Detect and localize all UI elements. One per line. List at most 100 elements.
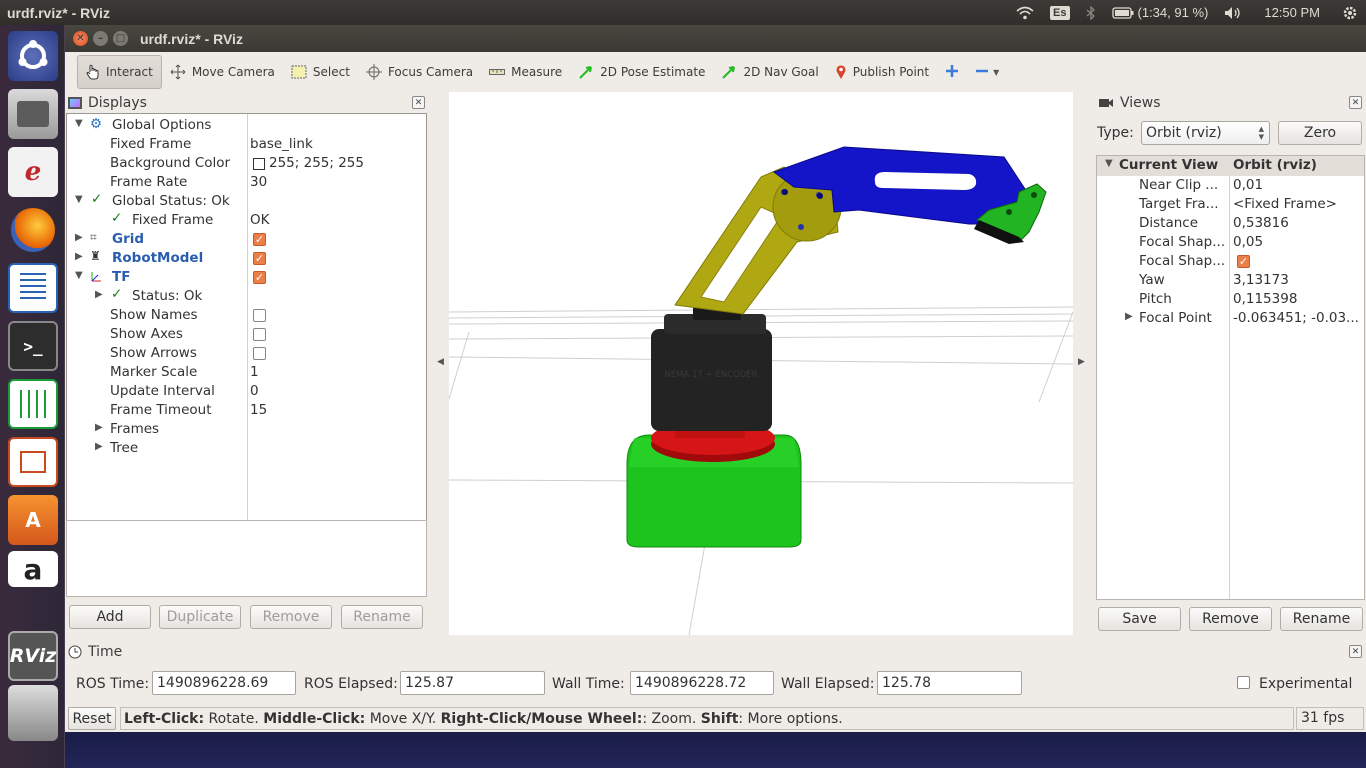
system-gear-icon[interactable] xyxy=(1334,0,1366,25)
expand-arrow-icon[interactable]: ▶ xyxy=(95,441,103,452)
views-row-focal-point[interactable]: ▶ Focal Point -0.063451; -0.03... xyxy=(1097,309,1364,328)
rename-display-button[interactable]: Rename xyxy=(341,605,423,629)
tree-row-show-names[interactable]: Show Names xyxy=(67,306,426,325)
battery-indicator[interactable]: (1:34, 91 %) xyxy=(1104,0,1217,25)
target-frame-value[interactable]: <Fixed Frame> xyxy=(1233,196,1337,212)
clock[interactable]: 12:50 PM xyxy=(1250,0,1334,25)
rviz-launcher-icon[interactable]: RViz xyxy=(8,631,58,681)
expand-arrow-icon[interactable]: ▼ xyxy=(75,194,83,205)
views-row-focal-shape-size[interactable]: Focal Shap... 0,05 xyxy=(1097,233,1364,252)
volume-icon[interactable] xyxy=(1216,0,1250,25)
distance-value[interactable]: 0,53816 xyxy=(1233,215,1289,231)
grid-enabled-checkbox[interactable]: ✓ xyxy=(253,233,266,246)
wifi-icon[interactable] xyxy=(1008,0,1042,25)
views-row-yaw[interactable]: Yaw 3,13173 xyxy=(1097,271,1364,290)
ros-elapsed-field[interactable]: 125.87 xyxy=(400,671,545,695)
marker-scale-value[interactable]: 1 xyxy=(250,364,259,380)
firefox-icon[interactable] xyxy=(8,205,58,255)
wall-elapsed-field[interactable]: 125.78 xyxy=(877,671,1022,695)
experimental-checkbox[interactable] xyxy=(1237,676,1250,689)
tree-row-update-interval[interactable]: Update Interval 0 xyxy=(67,382,426,401)
maximize-window-icon[interactable]: □ xyxy=(113,31,128,46)
amazon-icon[interactable]: a xyxy=(8,551,58,587)
tree-row-show-arrows[interactable]: Show Arrows xyxy=(67,344,426,363)
duplicate-display-button[interactable]: Duplicate xyxy=(159,605,241,629)
update-interval-value[interactable]: 0 xyxy=(250,383,259,399)
ubuntu-dash-icon[interactable] xyxy=(8,31,58,81)
tool-publish-point[interactable]: Publish Point xyxy=(827,55,937,89)
tree-row-robot-model[interactable]: ▶ ♜ RobotModel ✓ xyxy=(67,249,426,268)
tree-row-marker-scale[interactable]: Marker Scale 1 xyxy=(67,363,426,382)
reset-button[interactable]: Reset xyxy=(68,707,116,730)
views-row-target-frame[interactable]: Target Fra... <Fixed Frame> xyxy=(1097,195,1364,214)
pitch-value[interactable]: 0,115398 xyxy=(1233,291,1297,307)
ros-time-field[interactable]: 1490896228.69 xyxy=(152,671,296,695)
collapse-left-arrow-icon[interactable]: ◀ xyxy=(437,357,444,367)
wall-time-field[interactable]: 1490896228.72 xyxy=(630,671,774,695)
frame-rate-value[interactable]: 30 xyxy=(250,174,267,190)
expand-arrow-icon[interactable]: ▶ xyxy=(95,289,103,300)
tool-2d-pose-estimate[interactable]: 2D Pose Estimate xyxy=(570,55,713,89)
fixed-frame-value[interactable]: base_link xyxy=(250,136,313,152)
render-viewport[interactable]: NEMA 17 + ENCODER xyxy=(449,92,1073,635)
tool-interact[interactable]: Interact xyxy=(77,55,162,89)
tree-row-fixed-frame-status[interactable]: ✓ Fixed Frame OK xyxy=(67,210,426,230)
expand-arrow-icon[interactable]: ▶ xyxy=(75,251,83,262)
close-time-panel-icon[interactable]: ✕ xyxy=(1349,645,1362,658)
remove-display-button[interactable]: Remove xyxy=(250,605,332,629)
rename-view-button[interactable]: Rename xyxy=(1280,607,1363,631)
files-app-icon[interactable] xyxy=(8,89,58,139)
terminal-icon[interactable]: >_ xyxy=(8,321,58,371)
view-type-select[interactable]: Orbit (rviz) ▲ ▼ xyxy=(1141,121,1270,145)
workspaces-icon[interactable] xyxy=(8,685,58,741)
frame-timeout-value[interactable]: 15 xyxy=(250,402,267,418)
tree-row-show-axes[interactable]: Show Axes xyxy=(67,325,426,344)
collapse-right-arrow-icon[interactable]: ▶ xyxy=(1078,357,1085,367)
color-swatch[interactable] xyxy=(253,158,265,170)
expand-arrow-icon[interactable]: ▼ xyxy=(75,270,83,281)
show-arrows-checkbox[interactable] xyxy=(253,347,266,360)
calc-icon[interactable] xyxy=(8,379,58,429)
tree-row-grid[interactable]: ▶ ⌗ Grid ✓ xyxy=(67,230,426,249)
tree-row-tf[interactable]: ▼ TF ✓ xyxy=(67,268,426,287)
document-viewer-icon[interactable]: ℯ xyxy=(8,147,58,197)
expand-arrow-icon[interactable]: ▼ xyxy=(1105,158,1113,169)
focal-point-value[interactable]: -0.063451; -0.03... xyxy=(1233,310,1359,326)
writer-icon[interactable] xyxy=(8,263,58,313)
displays-tree[interactable]: ▼ ⚙ Global Options Fixed Frame base_link… xyxy=(66,113,427,539)
tool-2d-nav-goal[interactable]: 2D Nav Goal xyxy=(713,55,826,89)
background-color-value[interactable]: 255; 255; 255 xyxy=(269,155,364,171)
tree-row-fixed-frame[interactable]: Fixed Frame base_link xyxy=(67,135,426,154)
tool-measure[interactable]: Measure xyxy=(481,55,570,89)
software-center-icon[interactable]: A xyxy=(8,495,58,545)
views-row-distance[interactable]: Distance 0,53816 xyxy=(1097,214,1364,233)
tf-enabled-checkbox[interactable]: ✓ xyxy=(253,271,266,284)
tree-row-frame-rate[interactable]: Frame Rate 30 xyxy=(67,173,426,192)
expand-arrow-icon[interactable]: ▶ xyxy=(75,232,83,243)
add-tool-button[interactable] xyxy=(937,55,967,89)
close-displays-panel-icon[interactable]: ✕ xyxy=(412,96,425,109)
tree-row-tf-status[interactable]: ▶ ✓ Status: Ok xyxy=(67,286,426,306)
expand-arrow-icon[interactable]: ▶ xyxy=(95,422,103,433)
impress-icon[interactable] xyxy=(8,437,58,487)
keyboard-layout-indicator[interactable]: Es xyxy=(1042,0,1077,25)
views-row-pitch[interactable]: Pitch 0,115398 xyxy=(1097,290,1364,309)
tree-row-frame-timeout[interactable]: Frame Timeout 15 xyxy=(67,401,426,420)
expand-arrow-icon[interactable]: ▼ xyxy=(75,118,83,129)
remove-view-button[interactable]: Remove xyxy=(1189,607,1272,631)
near-clip-value[interactable]: 0,01 xyxy=(1233,177,1263,193)
views-tree[interactable]: ▼ Current View Orbit (rviz) Near Clip ..… xyxy=(1096,155,1365,600)
close-views-panel-icon[interactable]: ✕ xyxy=(1349,96,1362,109)
views-row-near-clip[interactable]: Near Clip ... 0,01 xyxy=(1097,176,1364,195)
tool-focus-camera[interactable]: Focus Camera xyxy=(358,55,481,89)
add-display-button[interactable]: Add xyxy=(69,605,151,629)
save-view-button[interactable]: Save xyxy=(1098,607,1181,631)
tool-move-camera[interactable]: Move Camera xyxy=(162,55,283,89)
tree-row-global-status[interactable]: ▼ ✓ Global Status: Ok xyxy=(67,191,426,211)
tree-row-global-options[interactable]: ▼ ⚙ Global Options xyxy=(67,116,426,135)
show-axes-checkbox[interactable] xyxy=(253,328,266,341)
bluetooth-icon[interactable] xyxy=(1078,0,1104,25)
close-window-icon[interactable]: ✕ xyxy=(73,31,88,46)
tree-row-background-color[interactable]: Background Color 255; 255; 255 xyxy=(67,154,426,173)
tree-row-tree[interactable]: ▶ Tree xyxy=(67,439,426,458)
